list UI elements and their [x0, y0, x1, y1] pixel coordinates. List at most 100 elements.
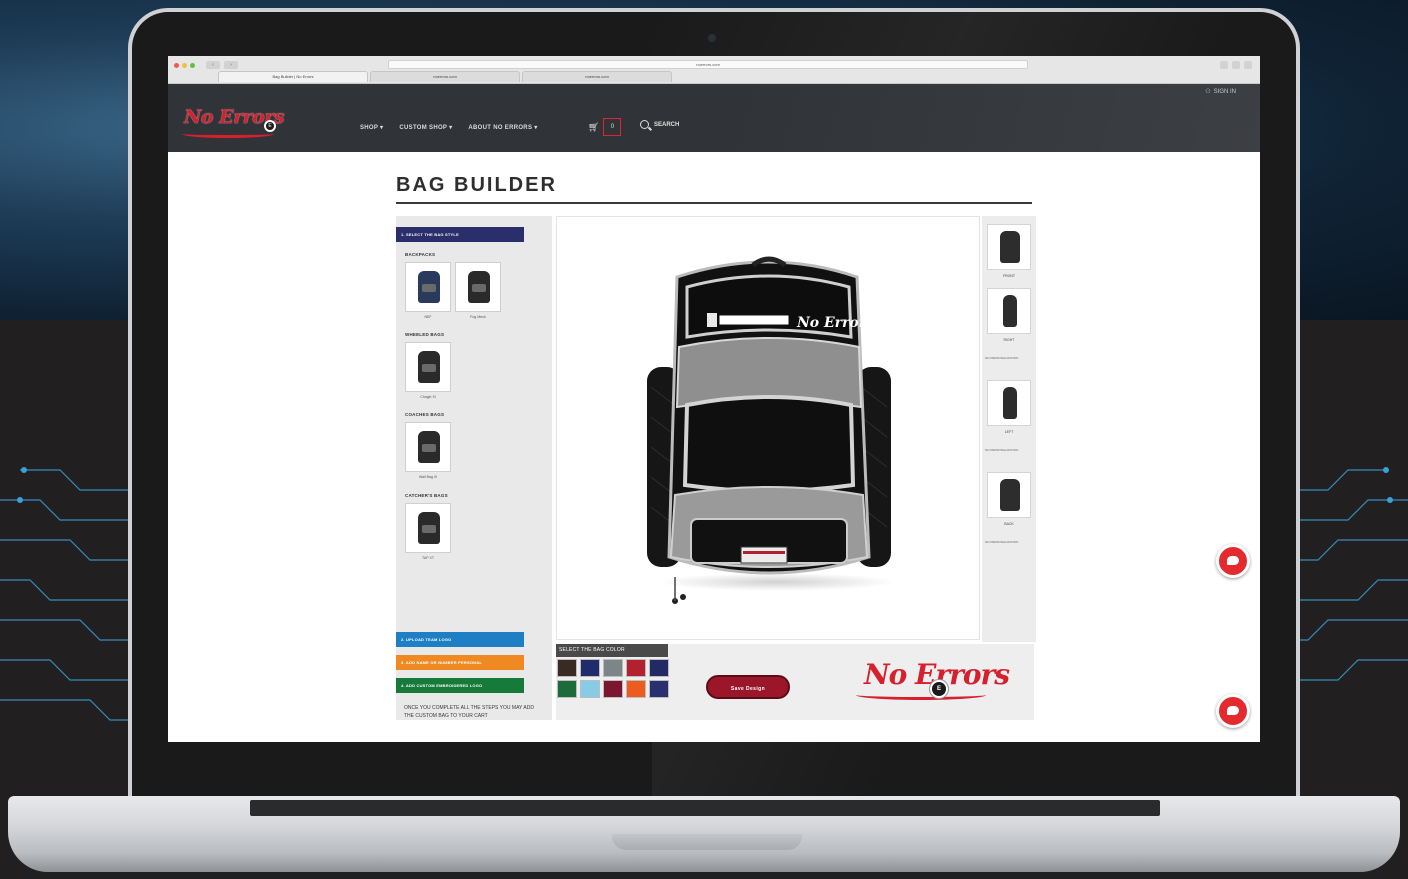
product-label-fog-mesh: Fog Mesh	[470, 315, 486, 319]
view-right-thumb[interactable]	[987, 288, 1031, 334]
title-divider	[396, 202, 1032, 204]
sign-in-label: SIGN IN	[1213, 88, 1236, 95]
maximize-window-button[interactable]	[190, 63, 195, 68]
cart-icon: 🛒︎	[588, 121, 600, 132]
page-title: BAG BUILDER	[396, 174, 557, 196]
coaches-bag-icon	[418, 431, 440, 463]
backpack-icon	[418, 271, 440, 303]
preview-logo: No Errors	[796, 315, 874, 331]
cart-button[interactable]: 🛒︎ 0	[588, 118, 622, 136]
product-thumb-tap-xt[interactable]	[405, 503, 451, 553]
view-left-label: LEFT	[1004, 430, 1014, 434]
color-swatch[interactable]	[649, 680, 669, 698]
product-label-tap-xt: TAP XT	[422, 556, 434, 560]
step-add-name[interactable]: 3. ADD NAME OR NUMBER PERSONAL	[396, 655, 524, 670]
catchers-bag-icon	[418, 512, 440, 544]
main-nav: SHOP ▾ CUSTOM SHOP ▾ ABOUT NO ERRORS ▾	[360, 124, 538, 131]
minimize-window-button[interactable]	[182, 63, 187, 68]
backpack-back-icon	[1000, 479, 1020, 511]
color-swatch[interactable]	[580, 659, 600, 677]
category-coaches: COACHES BAGS	[405, 412, 445, 417]
webcam	[708, 34, 716, 42]
category-backpacks: BACKPACKS	[405, 252, 436, 257]
browser-nav: ‹ ›	[206, 61, 238, 69]
back-button[interactable]: ‹	[206, 61, 220, 69]
backpack-side-icon	[1003, 295, 1017, 327]
address-bar[interactable]: noerrors.com	[388, 60, 1028, 69]
color-picker-title: SELECT THE BAG COLOR	[556, 644, 668, 657]
window-controls	[174, 63, 195, 68]
logo-swoosh	[182, 130, 274, 138]
product-label-nef: NEF	[424, 315, 432, 319]
view-left-thumb[interactable]	[987, 380, 1031, 426]
brand-logo-swoosh	[856, 690, 986, 700]
logo-badge: E	[264, 120, 276, 132]
view-right-note: NO PERSONALIZATION	[985, 356, 1019, 360]
view-back-thumb[interactable]	[987, 472, 1031, 518]
tab-2[interactable]: noerrors.com	[370, 71, 520, 82]
view-selector: FRONT RIGHT NO PERSONALIZATION LEFT NO P…	[982, 216, 1036, 642]
color-swatch-grid	[557, 659, 669, 698]
color-swatch[interactable]	[603, 659, 623, 677]
color-swatch[interactable]	[649, 659, 669, 677]
browser-chrome: ‹ › noerrors.com Bag Builder | No Errors…	[168, 56, 1260, 84]
color-swatch[interactable]	[603, 680, 623, 698]
close-window-button[interactable]	[174, 63, 179, 68]
save-design-button[interactable]: Save Design	[706, 675, 790, 699]
product-label-wall-bag: Wall Bag Xl	[419, 475, 437, 479]
circuit-decoration-left	[0, 467, 140, 721]
tab-3[interactable]: noerrors.com	[522, 71, 672, 82]
site-header: ⚇ SIGN IN No Errors E SHOP ▾ CUSTOM SHOP…	[168, 84, 1260, 152]
nav-about[interactable]: ABOUT NO ERRORS ▾	[468, 124, 537, 131]
nav-shop[interactable]: SHOP ▾	[360, 124, 383, 131]
add-tab-icon[interactable]	[1232, 61, 1240, 69]
browser-actions	[1220, 61, 1252, 69]
step-add-embroidery[interactable]: 4. ADD CUSTOM EMBROIDERED LOGO	[396, 678, 524, 693]
share-icon[interactable]	[1220, 61, 1228, 69]
cart-count: 0	[603, 118, 622, 136]
chat-icon[interactable]	[1216, 544, 1250, 578]
product-thumb-chagin[interactable]	[405, 342, 451, 392]
product-label-chagin: Chagin Xl	[420, 395, 436, 399]
product-thumb-fog-mesh[interactable]	[455, 262, 501, 312]
product-thumb-wall-bag[interactable]	[405, 422, 451, 472]
brand-logo-badge: E	[930, 680, 948, 698]
view-back-note: NO PERSONALIZATION	[985, 540, 1019, 544]
wheeled-bag-icon	[418, 351, 440, 383]
header-accent	[728, 84, 1260, 152]
backpack-front-icon	[1000, 231, 1020, 263]
color-and-save-bar: SELECT THE BAG COLOR Save Design No Erro…	[556, 644, 1034, 720]
category-wheeled: WHEELED BAGS	[405, 332, 445, 337]
step-upload-logo[interactable]: 2. UPLOAD TEAM LOGO	[396, 632, 524, 647]
category-catchers: CATCHER'S BAGS	[405, 493, 448, 498]
forward-button[interactable]: ›	[224, 61, 238, 69]
search-icon	[640, 120, 649, 129]
tab-bag-builder[interactable]: Bag Builder | No Errors	[218, 71, 368, 82]
color-swatch[interactable]	[557, 680, 577, 698]
builder-steps-panel: 1. SELECT THE BAG STYLE BACKPACKS NEF Fo…	[396, 216, 552, 720]
sign-in-link[interactable]: ⚇ SIGN IN	[1205, 88, 1236, 96]
step-select-style[interactable]: 1. SELECT THE BAG STYLE	[396, 227, 524, 242]
color-swatch[interactable]	[580, 680, 600, 698]
view-front-label: FRONT	[1002, 274, 1016, 278]
tabs-overview-icon[interactable]	[1244, 61, 1252, 69]
color-swatch[interactable]	[626, 659, 646, 677]
nav-custom-shop[interactable]: CUSTOM SHOP ▾	[399, 124, 452, 131]
view-right-label: RIGHT	[1003, 338, 1015, 342]
chat-icon[interactable]	[1216, 694, 1250, 728]
backpack-side-icon	[1003, 387, 1017, 419]
tab-strip: Bag Builder | No Errors noerrors.com noe…	[218, 71, 672, 82]
keyboard-edge	[250, 800, 1160, 816]
completion-note: ONCE YOU COMPLETE ALL THE STEPS YOU MAY …	[404, 705, 534, 719]
search-label: SEARCH	[654, 121, 680, 128]
color-swatch[interactable]	[557, 659, 577, 677]
bag-preview: No Errors	[556, 216, 980, 640]
color-swatch[interactable]	[626, 680, 646, 698]
view-back-label: BACK	[1004, 522, 1014, 526]
laptop-notch	[612, 834, 802, 850]
search-button[interactable]: SEARCH	[640, 120, 679, 129]
user-icon: ⚇	[1205, 89, 1211, 95]
product-thumb-nef[interactable]	[405, 262, 451, 312]
view-left-note: NO PERSONALIZATION	[985, 448, 1019, 452]
view-front-thumb[interactable]	[987, 224, 1031, 270]
